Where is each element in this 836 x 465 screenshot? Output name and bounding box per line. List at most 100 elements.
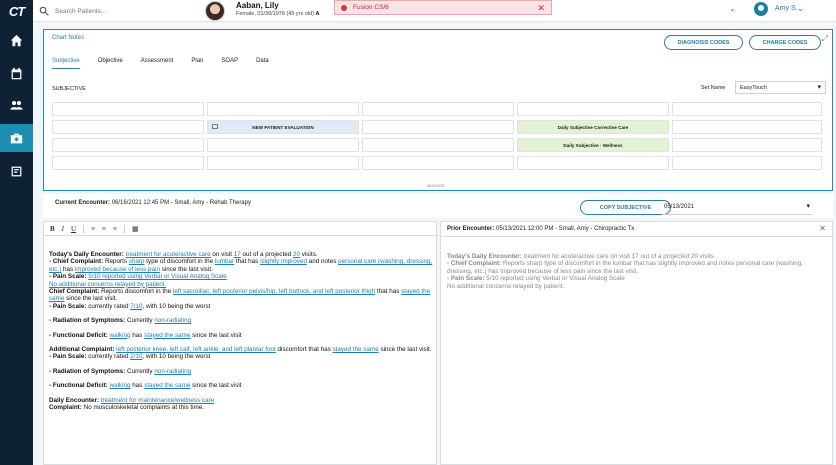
template-cell-new-patient[interactable]: NEW PATIENT EVALUATION <box>207 120 359 134</box>
smart-field[interactable]: left sacroiliac, left posterior pelvis/h… <box>173 288 375 295</box>
smart-field[interactable]: left posterior knee, left calf, left ank… <box>116 346 276 353</box>
close-icon[interactable]: ✕ <box>537 3 545 14</box>
template-cell[interactable] <box>362 156 514 170</box>
set-name-select[interactable]: EasyTouch ▾ <box>735 81 826 94</box>
smart-field[interactable]: 2/10 <box>130 353 142 360</box>
note-line: - Functional Deficit: walking has stayed… <box>49 332 434 339</box>
bold-button[interactable]: B <box>50 225 55 233</box>
table-button[interactable]: ▦ <box>132 225 139 233</box>
template-cell-daily-wellness[interactable]: Daily Subjective - Wellness <box>517 138 669 152</box>
template-cell[interactable] <box>52 138 204 152</box>
align-button[interactable]: ≡ <box>91 225 95 233</box>
user-avatar-icon[interactable] <box>754 2 768 16</box>
template-cell[interactable] <box>672 156 822 170</box>
smart-field[interactable]: sharp <box>129 258 145 265</box>
charge-codes-button[interactable]: CHARGE CODES <box>749 35 821 50</box>
editor-toolbar: B I U ≡ ≡ ≡ ▦ <box>44 222 438 236</box>
prior-encounter-select[interactable]: 05/13/2021 ▾ <box>662 202 812 215</box>
smart-field[interactable]: stayed the same <box>144 382 190 389</box>
user-menu-chevron-icon[interactable]: ⌄ <box>797 4 804 13</box>
users-icon <box>10 100 23 110</box>
prior-encounter-date: 05/13/2021 <box>664 204 695 210</box>
template-cell[interactable] <box>362 120 514 134</box>
list-button[interactable]: ≡ <box>102 225 106 233</box>
template-cell-daily-corrective[interactable]: Daily Subjective Corrective Care <box>517 120 669 134</box>
sidebar-item-charting[interactable] <box>0 124 33 152</box>
home-icon <box>10 34 23 46</box>
minimize-toggle[interactable]: MINIMIZE <box>427 183 445 188</box>
sidebar-item-billing[interactable] <box>0 157 33 185</box>
note-text: Currently <box>127 367 153 375</box>
note-line: - Functional Deficit: walking has stayed… <box>49 382 434 389</box>
template-cell[interactable] <box>207 102 359 116</box>
tab-assessment[interactable]: Assessment <box>141 58 174 69</box>
sidebar-item-calendar[interactable] <box>0 59 33 87</box>
indent-button[interactable]: ≡ <box>113 225 117 233</box>
top-bar: Aaban, Lily Female, 01/30/1976 (45 yrs o… <box>33 0 836 22</box>
smart-field[interactable]: treatment for maintenance/wellness care <box>101 397 214 404</box>
note-text: type of discomfort in the <box>146 258 214 266</box>
user-name[interactable]: Amy S. <box>775 5 798 12</box>
smart-field[interactable]: 20 <box>293 251 300 258</box>
folder-icon <box>212 124 218 129</box>
close-icon[interactable]: ✕ <box>819 224 826 233</box>
smart-field[interactable]: 17 <box>234 251 241 258</box>
chart-tabs: Subjective Objective Assessment Plan SOA… <box>52 58 287 69</box>
template-cell[interactable] <box>207 156 359 170</box>
toolbar-divider <box>123 224 125 233</box>
italic-button[interactable]: I <box>62 225 64 233</box>
copy-subjective-button[interactable]: COPY SUBJECTIVE <box>580 200 671 215</box>
note-line: - Chief Complaint: Reports sharp type of… <box>447 260 829 275</box>
template-cell[interactable] <box>52 120 204 134</box>
template-cell[interactable] <box>52 102 204 116</box>
smart-field[interactable]: lumbar <box>215 258 234 265</box>
template-cell[interactable] <box>517 156 669 170</box>
search-icon <box>39 6 49 16</box>
sidebar-item-patients[interactable] <box>0 91 33 119</box>
template-cell[interactable] <box>672 138 822 152</box>
smart-field[interactable]: non-radiating <box>154 368 191 375</box>
tab-plan[interactable]: Plan <box>191 58 203 69</box>
app-logo[interactable]: CT <box>0 0 33 22</box>
section-label: SUBJECTIVE <box>52 86 86 92</box>
template-cell[interactable] <box>672 120 822 134</box>
patient-avatar[interactable] <box>205 1 225 21</box>
template-cell[interactable] <box>52 156 204 170</box>
smart-field[interactable]: No additional concerns relayed by patien… <box>49 281 166 288</box>
additional-complaint-label: Additional Complaint: <box>49 346 115 354</box>
note-text: that has <box>376 288 400 296</box>
chevron-down-icon: ▾ <box>817 84 821 91</box>
smart-field[interactable]: slightly improved <box>260 258 307 265</box>
smart-field[interactable]: treatment for acute/active care <box>126 251 211 258</box>
subjective-editor[interactable]: B I U ≡ ≡ ≡ ▦ Today's Daily Encounter: t… <box>43 221 438 465</box>
template-cell[interactable] <box>517 102 669 116</box>
smart-field[interactable]: 5/10 reported using Verbal or Visual Ana… <box>88 273 227 280</box>
expand-icon[interactable]: ⤢ <box>822 34 828 44</box>
template-cell[interactable] <box>362 138 514 152</box>
smart-field[interactable]: 7/10 <box>130 303 142 310</box>
template-cell[interactable] <box>362 102 514 116</box>
note-text: that has <box>235 258 259 266</box>
smart-field[interactable]: walking <box>110 332 131 339</box>
sidebar-item-home[interactable] <box>0 26 33 54</box>
chevron-down-icon[interactable]: ⌄ <box>729 4 736 13</box>
smart-field[interactable]: stayed the same <box>333 346 379 353</box>
tab-soap[interactable]: SOAP <box>221 58 238 69</box>
sidebar: CT <box>0 0 33 465</box>
smart-field[interactable]: stayed the same <box>144 332 190 339</box>
diagnosis-codes-button[interactable]: DIAGNOSIS CODES <box>664 35 743 50</box>
tab-subjective[interactable]: Subjective <box>52 58 80 69</box>
underline-button[interactable]: U <box>71 225 76 233</box>
tab-data[interactable]: Data <box>256 58 269 69</box>
note-text: Currently <box>127 317 153 325</box>
template-cell[interactable] <box>207 138 359 152</box>
template-cell[interactable] <box>672 102 822 116</box>
editor-content[interactable]: Today's Daily Encounter: treatment for a… <box>49 251 434 412</box>
smart-field[interactable]: non-radiating <box>154 317 191 324</box>
smart-field[interactable]: walking <box>110 382 131 389</box>
search-input[interactable] <box>55 7 175 15</box>
smart-field[interactable]: improved because of less pain <box>75 266 160 273</box>
tab-objective[interactable]: Objective <box>98 58 123 69</box>
patient-name[interactable]: Aaban, Lily <box>236 1 279 10</box>
